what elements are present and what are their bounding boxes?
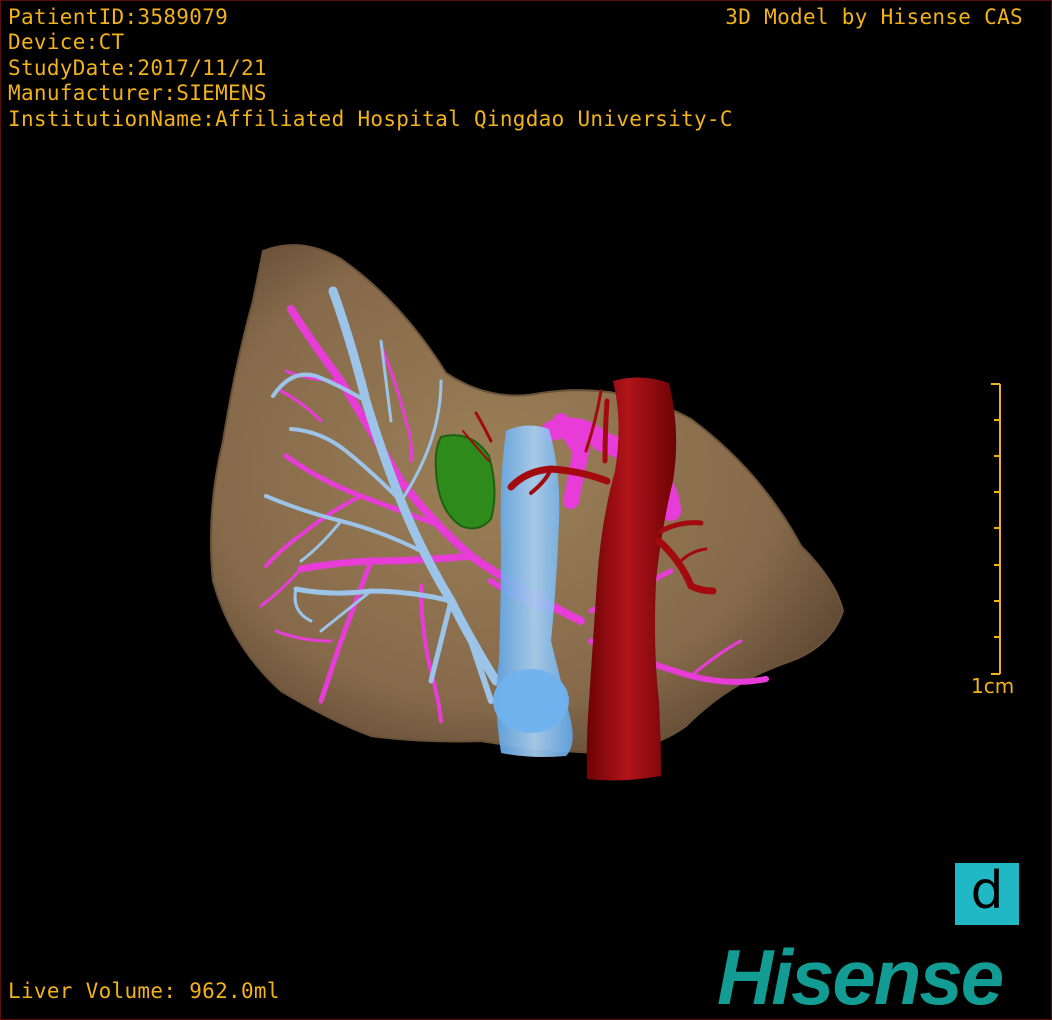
- d-badge-letter: d: [970, 861, 1004, 921]
- liver-volume: Liver Volume: 962.0ml: [8, 979, 280, 1003]
- hisense-logo: Hisense: [717, 933, 1004, 1020]
- ivc-lower-bulb: [493, 669, 569, 733]
- d-badge-button[interactable]: d: [955, 863, 1019, 925]
- study-date: StudyDate:2017/11/21: [8, 56, 267, 80]
- model-credit: 3D Model by Hisense CAS: [725, 5, 1023, 29]
- scale-label: 1cm: [971, 674, 1015, 698]
- device: Device:CT: [8, 30, 125, 54]
- institution-name: InstitutionName:Affiliated Hospital Qing…: [8, 107, 733, 131]
- scale-ruler: [991, 383, 1001, 675]
- 3d-viewport[interactable]: PatientID:3589079 Device:CT StudyDate:20…: [0, 0, 1052, 1020]
- manufacturer: Manufacturer:SIEMENS: [8, 81, 267, 105]
- patient-id: PatientID:3589079: [8, 5, 229, 29]
- liver-3d-model[interactable]: [1, 1, 1052, 1020]
